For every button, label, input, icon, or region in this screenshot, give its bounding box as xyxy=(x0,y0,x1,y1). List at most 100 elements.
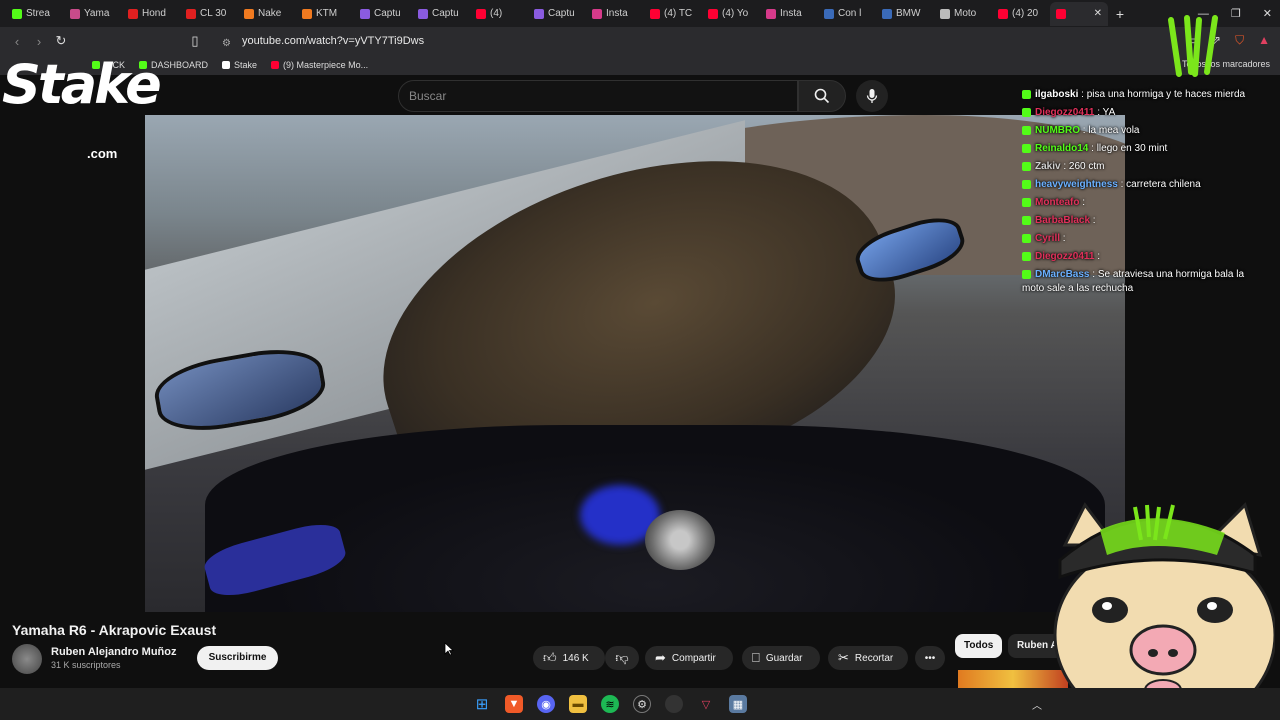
chat-username: Cyrill xyxy=(1035,233,1061,244)
save-button[interactable]: ⎕ Guardar xyxy=(742,646,820,670)
tab-label: (4) xyxy=(490,8,503,19)
more-actions-button[interactable]: ••• xyxy=(915,646,945,670)
chat-message: NUMBRO : la mea vola xyxy=(1022,124,1262,138)
browser-tab[interactable]: Insta xyxy=(760,2,818,26)
kick-badge-icon xyxy=(1022,107,1031,117)
tab-favicon-icon xyxy=(302,8,312,19)
browser-tab[interactable]: Captu xyxy=(354,2,412,26)
browser-tab[interactable]: (4) Yo xyxy=(702,2,760,26)
share-button[interactable]: ➦ Compartir xyxy=(645,646,733,670)
subscribe-button[interactable]: Suscribirme xyxy=(197,646,278,670)
search-icon xyxy=(814,88,830,104)
bookmarks-bar: KICK DASHBOARD Stake (9) Masterpiece Mo... xyxy=(0,55,1280,75)
tab-label: Insta xyxy=(780,8,802,19)
reload-icon[interactable]: ↻ xyxy=(50,33,72,49)
video-player[interactable] xyxy=(145,115,1125,612)
voice-search-button[interactable] xyxy=(856,80,888,112)
brave-shield-icon[interactable]: ⛉ xyxy=(1235,33,1244,48)
discord-icon[interactable]: ◉ xyxy=(537,695,555,713)
tab-label: Strea xyxy=(26,8,50,19)
browser-tab[interactable]: Captu xyxy=(528,2,586,26)
browser-tab[interactable]: Hond xyxy=(122,2,180,26)
kick-badge-icon xyxy=(1022,89,1031,99)
video-title: Yamaha R6 - Akrapovic Exaust xyxy=(12,622,217,638)
browser-tab[interactable]: Con l xyxy=(818,2,876,26)
like-count: 146 K xyxy=(562,652,589,664)
site-info-icon[interactable]: ⚙ xyxy=(222,35,231,53)
rewards-icon[interactable]: ▲ xyxy=(1258,33,1270,48)
dislike-button[interactable]: 👎︎ xyxy=(605,646,639,670)
tab-label: Con l xyxy=(838,8,862,19)
maximize-icon[interactable]: ❐ xyxy=(1231,7,1241,20)
browser-tab[interactable]: (4) TC xyxy=(644,2,702,26)
chat-message: Diegozz0411 : xyxy=(1022,250,1262,264)
calculator-icon[interactable]: ▦ xyxy=(729,695,747,713)
mouse-cursor-icon xyxy=(444,642,454,656)
tray-chevron-icon[interactable]: ︿ xyxy=(1032,697,1042,712)
like-button[interactable]: 👍︎ 146 K xyxy=(533,646,605,670)
windows-start-icon[interactable]: ⊞ xyxy=(473,695,491,713)
steam-icon[interactable]: ⚙ xyxy=(633,695,651,713)
chat-username: Reinaldo14 xyxy=(1035,143,1089,154)
new-tab-icon[interactable]: + xyxy=(1108,6,1132,22)
bookmark-favicon-icon xyxy=(222,61,231,69)
chip-all[interactable]: Todos xyxy=(955,634,1003,658)
share-arrow-icon: ➦ xyxy=(655,650,666,665)
back-icon[interactable]: ‹ xyxy=(6,34,28,49)
file-explorer-icon[interactable]: ▬ xyxy=(569,695,587,713)
browser-tab[interactable]: Nake xyxy=(238,2,296,26)
obs-icon[interactable] xyxy=(665,695,683,713)
chat-message: ilgaboski : pisa una hormiga y te haces … xyxy=(1022,88,1262,102)
chat-message: DMarcBass : Se atraviesa una hormiga bal… xyxy=(1022,268,1262,296)
chat-username: ilgaboski xyxy=(1035,89,1079,100)
chat-text: : la mea vola xyxy=(1080,125,1140,136)
spotify-icon[interactable]: ≋ xyxy=(601,695,619,713)
browser-tab-strip: Strea Yama Hond CL 30 Nake KTM Captu Captu (4) Ca… xyxy=(0,0,1280,27)
tab-label: (4) 20 xyxy=(1012,8,1039,19)
clip-button[interactable]: ✂ Recortar xyxy=(828,646,908,670)
bookmark-item[interactable]: Stake xyxy=(222,60,257,70)
kick-badge-icon xyxy=(1022,143,1031,153)
url-field[interactable]: ⚙ youtube.com/watch?v=yVTY7Ti9Dws xyxy=(212,32,1012,50)
close-window-icon[interactable]: ✕ xyxy=(1263,7,1272,20)
brave-browser-icon[interactable]: ▼ xyxy=(505,695,523,713)
chat-text: : xyxy=(1060,233,1066,244)
scissors-icon: ✂ xyxy=(838,650,849,665)
bookmark-item[interactable]: (9) Masterpiece Mo... xyxy=(271,60,368,70)
browser-tab[interactable]: Captu xyxy=(412,2,470,26)
browser-tab[interactable]: ✕ xyxy=(1050,1,1108,26)
browser-tab[interactable]: Insta xyxy=(586,2,644,26)
browser-tab[interactable]: KTM xyxy=(296,2,354,26)
browser-tab[interactable]: Yama xyxy=(64,2,122,26)
search-input[interactable]: Buscar xyxy=(398,80,798,112)
browser-tab[interactable]: Moto xyxy=(934,2,992,26)
chat-text: : xyxy=(1090,215,1096,226)
chat-username: heavyweightness xyxy=(1035,179,1118,190)
channel-avatar[interactable] xyxy=(12,644,42,674)
close-tab-icon[interactable]: ✕ xyxy=(1094,8,1102,19)
more-icon: ••• xyxy=(924,652,936,664)
browser-tab[interactable]: BMW xyxy=(876,2,934,26)
browser-tab[interactable]: (4) xyxy=(470,2,528,26)
forward-icon[interactable]: › xyxy=(28,34,50,49)
kick-badge-icon xyxy=(1022,161,1031,171)
search-button[interactable] xyxy=(798,80,846,112)
tab-favicon-icon xyxy=(534,8,544,19)
browser-tab[interactable]: Strea xyxy=(6,2,64,26)
url-text: youtube.com/watch?v=yVTY7Ti9Dws xyxy=(242,35,425,47)
chat-username: Diegozz0411 xyxy=(1035,107,1095,118)
tab-label: BMW xyxy=(896,8,921,19)
browser-tab[interactable]: CL 30 xyxy=(180,2,238,26)
bookmark-icon[interactable]: ▯ xyxy=(184,33,206,49)
app-icon[interactable]: ▽ xyxy=(697,695,715,713)
chat-text: : llego en 30 mint xyxy=(1088,143,1168,154)
tab-favicon-icon xyxy=(418,8,428,19)
stake-logo-overlay: Stake .com xyxy=(2,58,177,162)
browser-tab[interactable]: (4) 20 xyxy=(992,2,1050,26)
tab-label: Captu xyxy=(374,8,401,19)
windows-taskbar: ⊞ ▼ ◉ ▬ ≋ ⚙ ▽ ▦ xyxy=(0,688,1280,720)
share-label: Compartir xyxy=(671,652,716,664)
tab-label: (4) Yo xyxy=(722,8,749,19)
bookmark-save-icon: ⎕ xyxy=(752,650,760,665)
channel-name[interactable]: Ruben Alejandro Muñoz xyxy=(51,646,176,658)
